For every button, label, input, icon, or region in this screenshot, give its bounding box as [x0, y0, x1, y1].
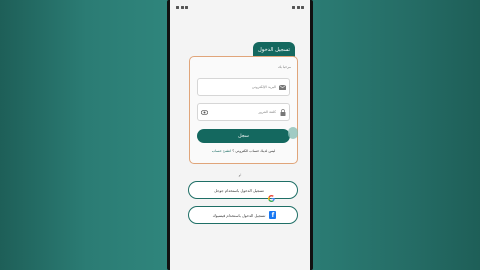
signup-row: ليس لديك حساب الكتروني ؟ انشئ حساب — [190, 149, 297, 153]
notification-icon — [185, 5, 188, 9]
facebook-icon: f — [269, 211, 277, 219]
signup-prompt: ليس لديك حساب الكتروني ؟ — [232, 149, 276, 153]
status-icons-right — [292, 5, 304, 9]
facebook-login-button[interactable]: تسجيل الدخول باستخدام فيسبوك f — [188, 206, 298, 224]
email-field[interactable]: البريد الإلكتروني — [197, 78, 290, 96]
status-icons-left — [176, 5, 188, 9]
welcome-text: مرحبا بك — [277, 65, 291, 69]
status-bar — [176, 4, 304, 10]
lock-icon — [279, 108, 286, 116]
envelope-icon — [279, 84, 286, 91]
notification-icon — [176, 5, 179, 9]
google-login-label: تسجيل الدخول باستخدام جوجل — [214, 187, 264, 193]
notification-icon — [180, 5, 184, 9]
signup-link[interactable]: انشئ حساب — [212, 149, 231, 153]
email-placeholder: البريد الإلكتروني — [251, 85, 276, 89]
submit-button[interactable]: سجل — [197, 129, 290, 143]
signal-icon — [296, 5, 300, 9]
eye-icon[interactable] — [201, 109, 208, 116]
google-icon — [267, 187, 275, 202]
login-title-tab: تسجيل الدخول — [253, 42, 295, 57]
wifi-icon — [292, 5, 295, 9]
scroll-handle[interactable] — [288, 127, 298, 139]
facebook-login-label: تسجيل الدخول باستخدام فيسبوك — [212, 212, 266, 218]
login-card: مرحبا بك البريد الإلكتروني كلمة المرور س… — [189, 56, 298, 164]
password-field[interactable]: كلمة المرور — [197, 103, 290, 121]
google-login-button[interactable]: تسجيل الدخول باستخدام جوجل — [188, 181, 298, 202]
password-placeholder: كلمة المرور — [258, 110, 276, 114]
or-divider: او — [238, 173, 242, 177]
battery-icon — [301, 5, 304, 9]
